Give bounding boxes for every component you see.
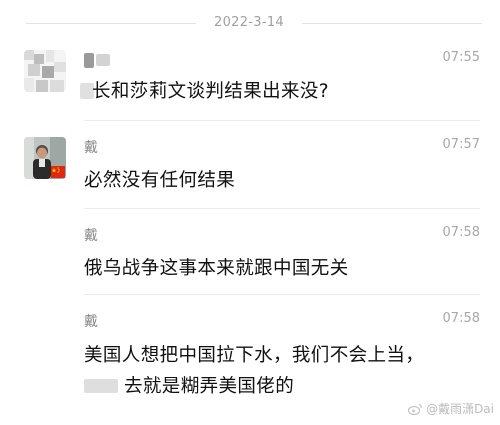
message-text[interactable]: 长和莎莉文谈判结果出来没? bbox=[80, 77, 330, 103]
message-time: 07:55 bbox=[442, 50, 480, 65]
divider-line-left bbox=[26, 23, 196, 24]
sender-name[interactable]: 戴 bbox=[84, 225, 98, 245]
message-time: 07:58 bbox=[442, 311, 480, 326]
message-text-line-2[interactable]: 去就是糊弄美国佬的 bbox=[84, 372, 294, 398]
china-flag-icon bbox=[51, 166, 65, 178]
message-item[interactable]: 戴 07:57 必然没有任何结果 bbox=[0, 132, 500, 208]
blurred-name bbox=[96, 54, 110, 66]
watermark-text: @戴雨潇Dai bbox=[426, 402, 494, 416]
message-text-content: 长和莎莉文谈判结果出来没? bbox=[92, 81, 330, 102]
user-avatar-photo[interactable] bbox=[24, 137, 66, 179]
message-text-line-1[interactable]: 美国人想把中国拉下水，我们不会上当， bbox=[84, 341, 424, 367]
message-time: 07:57 bbox=[442, 137, 480, 152]
sender-name-blurred[interactable] bbox=[84, 52, 110, 68]
message-divider bbox=[84, 120, 480, 121]
message-item[interactable]: 07:55 长和莎莉文谈判结果出来没? bbox=[0, 46, 500, 120]
message-text-content: 去就是糊弄美国佬的 bbox=[124, 376, 295, 397]
blurred-text bbox=[84, 379, 118, 393]
message-time: 07:58 bbox=[442, 225, 480, 240]
sender-name[interactable]: 戴 bbox=[84, 311, 98, 331]
weibo-logo-icon bbox=[408, 403, 422, 415]
message-divider bbox=[84, 294, 480, 295]
pixelated-avatar-icon[interactable] bbox=[24, 50, 66, 92]
divider-line-right bbox=[302, 23, 482, 24]
message-text[interactable]: 必然没有任何结果 bbox=[84, 166, 235, 192]
watermark: @戴雨潇Dai bbox=[408, 400, 494, 417]
sender-name[interactable]: 戴 bbox=[84, 137, 98, 157]
blurred-name bbox=[84, 52, 94, 68]
message-item[interactable]: 戴 07:58 俄乌战争这事本来就跟中国无关 bbox=[0, 220, 500, 294]
date-label: 2022-3-14 bbox=[214, 15, 284, 30]
date-divider: 2022-3-14 bbox=[0, 12, 500, 36]
message-text[interactable]: 俄乌战争这事本来就跟中国无关 bbox=[84, 254, 349, 280]
message-divider bbox=[84, 208, 480, 209]
